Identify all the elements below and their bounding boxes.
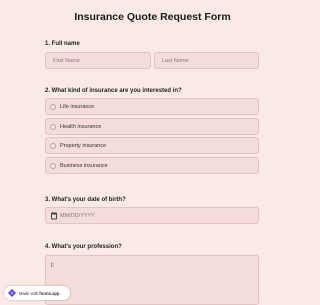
option-property-insurance[interactable]: Property insurance xyxy=(45,137,259,154)
badge-text: Made with forms.app xyxy=(19,291,60,296)
calendar-icon xyxy=(51,212,57,219)
radio-icon xyxy=(50,123,56,130)
option-label: Life insurance xyxy=(60,103,95,110)
radio-icon xyxy=(50,162,56,169)
option-label: Health insurance xyxy=(60,123,102,130)
last-name-input[interactable]: Last Name xyxy=(154,52,259,69)
option-label: Business insurance xyxy=(60,162,108,169)
profession-textarea[interactable]: I: xyxy=(45,255,259,305)
form-page: Insurance Quote Request Form 1. Full nam… xyxy=(0,0,305,305)
question-2-label: 2. What kind of insurance are you intere… xyxy=(45,88,182,94)
option-label: Property insurance xyxy=(60,142,107,149)
badge-prefix: Made with xyxy=(19,290,39,296)
radio-icon xyxy=(50,142,56,149)
question-1-label: 1. Full name xyxy=(45,41,80,47)
badge-brand: forms.app xyxy=(39,290,60,296)
made-with-badge[interactable]: Made with forms.app xyxy=(4,286,70,300)
date-of-birth-input[interactable]: MM/DD/YYYY xyxy=(45,207,259,224)
radio-icon xyxy=(50,103,56,110)
question-4-label: 4. What's your profession? xyxy=(45,244,122,250)
first-name-placeholder: First Name xyxy=(53,57,80,64)
form-title: Insurance Quote Request Form xyxy=(74,11,231,23)
option-life-insurance[interactable]: Life insurance xyxy=(45,98,259,115)
option-business-insurance[interactable]: Business insurance xyxy=(45,157,259,174)
question-3-label: 3. What's your date of birth? xyxy=(45,197,126,203)
formsapp-logo-icon xyxy=(8,289,16,297)
text-cursor: I: xyxy=(51,263,55,269)
last-name-placeholder: Last Name xyxy=(162,57,189,64)
option-health-insurance[interactable]: Health insurance xyxy=(45,118,259,135)
first-name-input[interactable]: First Name xyxy=(45,52,151,69)
date-placeholder: MM/DD/YYYY xyxy=(60,212,95,219)
